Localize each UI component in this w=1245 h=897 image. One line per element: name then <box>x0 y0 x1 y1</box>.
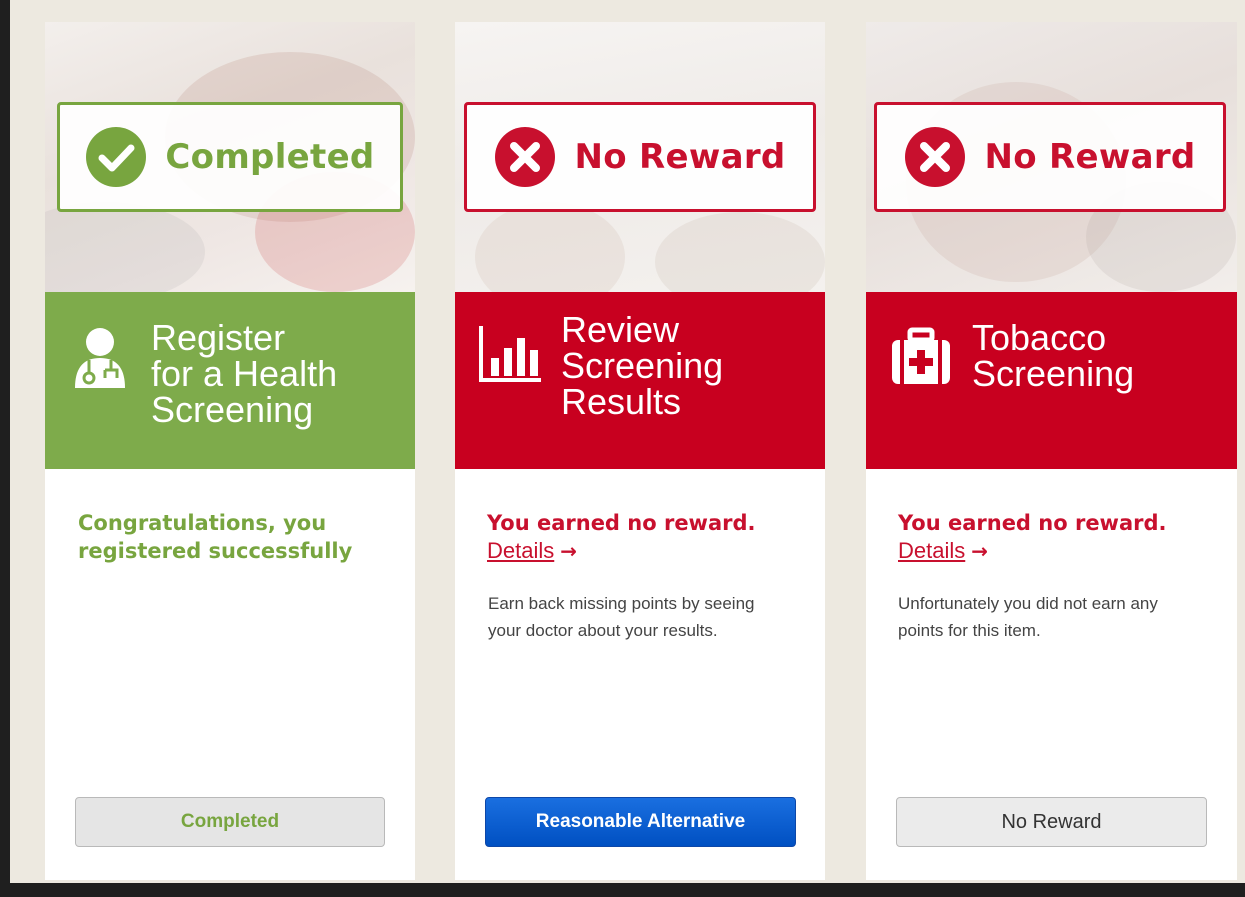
status-message-text: You earned no reward. <box>487 511 756 535</box>
task-card-tobacco-screening: No Reward Tobacco Screening You earned n… <box>866 22 1237 880</box>
no-reward-button[interactable]: No Reward <box>896 797 1207 847</box>
status-message-text: You earned no reward. <box>898 511 1167 535</box>
reasonable-alternative-button[interactable]: Reasonable Alternative <box>485 797 796 847</box>
task-title: Register for a Health Screening <box>151 317 338 430</box>
arrow-right-icon[interactable]: → <box>560 539 577 563</box>
x-circle-icon <box>905 127 966 187</box>
window-edge-bottom <box>0 883 1245 897</box>
task-banner: Register for a Health Screening <box>45 292 415 469</box>
help-text: Unfortunately you did not earn any point… <box>898 594 1158 640</box>
task-banner: Tobacco Screening <box>866 292 1237 469</box>
window-edge-left <box>0 0 10 897</box>
medical-kit-icon <box>892 327 950 384</box>
doctor-icon <box>75 328 125 388</box>
details-link[interactable]: Details <box>487 538 554 563</box>
arrow-right-icon[interactable]: → <box>971 539 988 563</box>
status-label: Completed <box>165 137 375 177</box>
status-message: You earned no reward. Details → <box>898 509 1198 565</box>
status-badge: Completed <box>57 102 403 212</box>
task-card-review-results: No Reward Review Screening Results You e… <box>455 22 825 880</box>
help-text: Earn back missing points by seeing your … <box>488 594 755 640</box>
completed-button[interactable]: Completed <box>75 797 385 847</box>
status-badge: No Reward <box>874 102 1226 212</box>
task-card-register-screening: Completed Register for a Health Screenin… <box>45 22 415 880</box>
task-title: Review Screening Results <box>561 309 724 422</box>
task-banner: Review Screening Results <box>455 292 825 469</box>
status-label: No Reward <box>574 137 786 177</box>
status-badge: No Reward <box>464 102 816 212</box>
details-link[interactable]: Details <box>898 538 965 563</box>
status-label: No Reward <box>984 137 1196 177</box>
x-circle-icon <box>495 127 556 187</box>
task-title: Tobacco Screening <box>972 317 1135 394</box>
check-circle-icon <box>86 127 147 187</box>
status-message: You earned no reward. Details → <box>487 509 787 565</box>
bar-chart-icon <box>479 326 541 382</box>
status-message: Congratulations, you registered successf… <box>78 511 353 563</box>
